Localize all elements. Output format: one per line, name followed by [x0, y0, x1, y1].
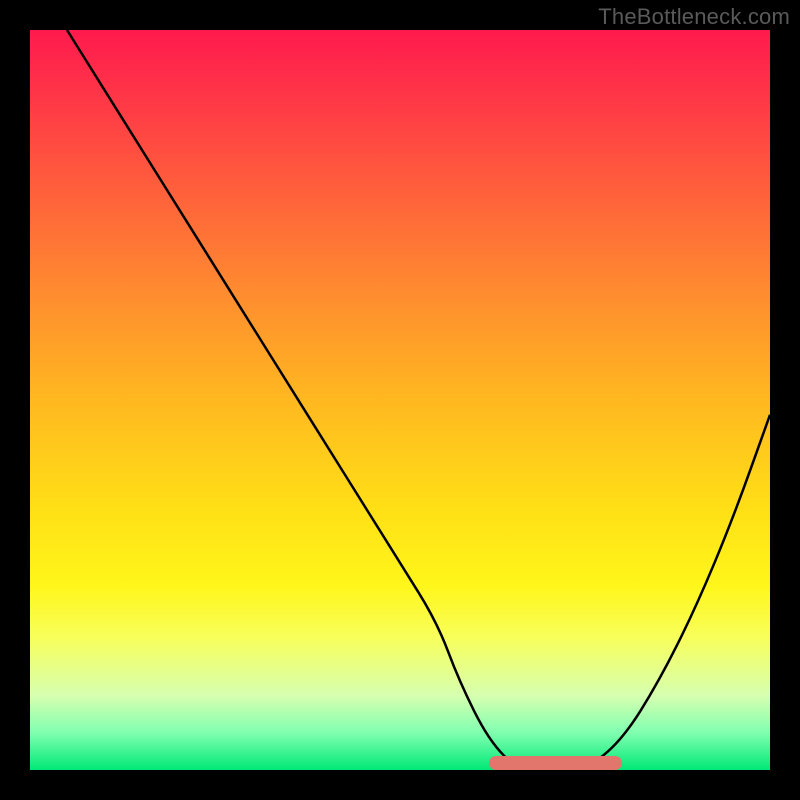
chart-frame: TheBottleneck.com [0, 0, 800, 800]
curve-path [67, 30, 770, 770]
plot-area [30, 30, 770, 770]
watermark-text: TheBottleneck.com [598, 4, 790, 30]
sweet-spot-band [489, 756, 622, 770]
bottleneck-curve [30, 30, 770, 770]
